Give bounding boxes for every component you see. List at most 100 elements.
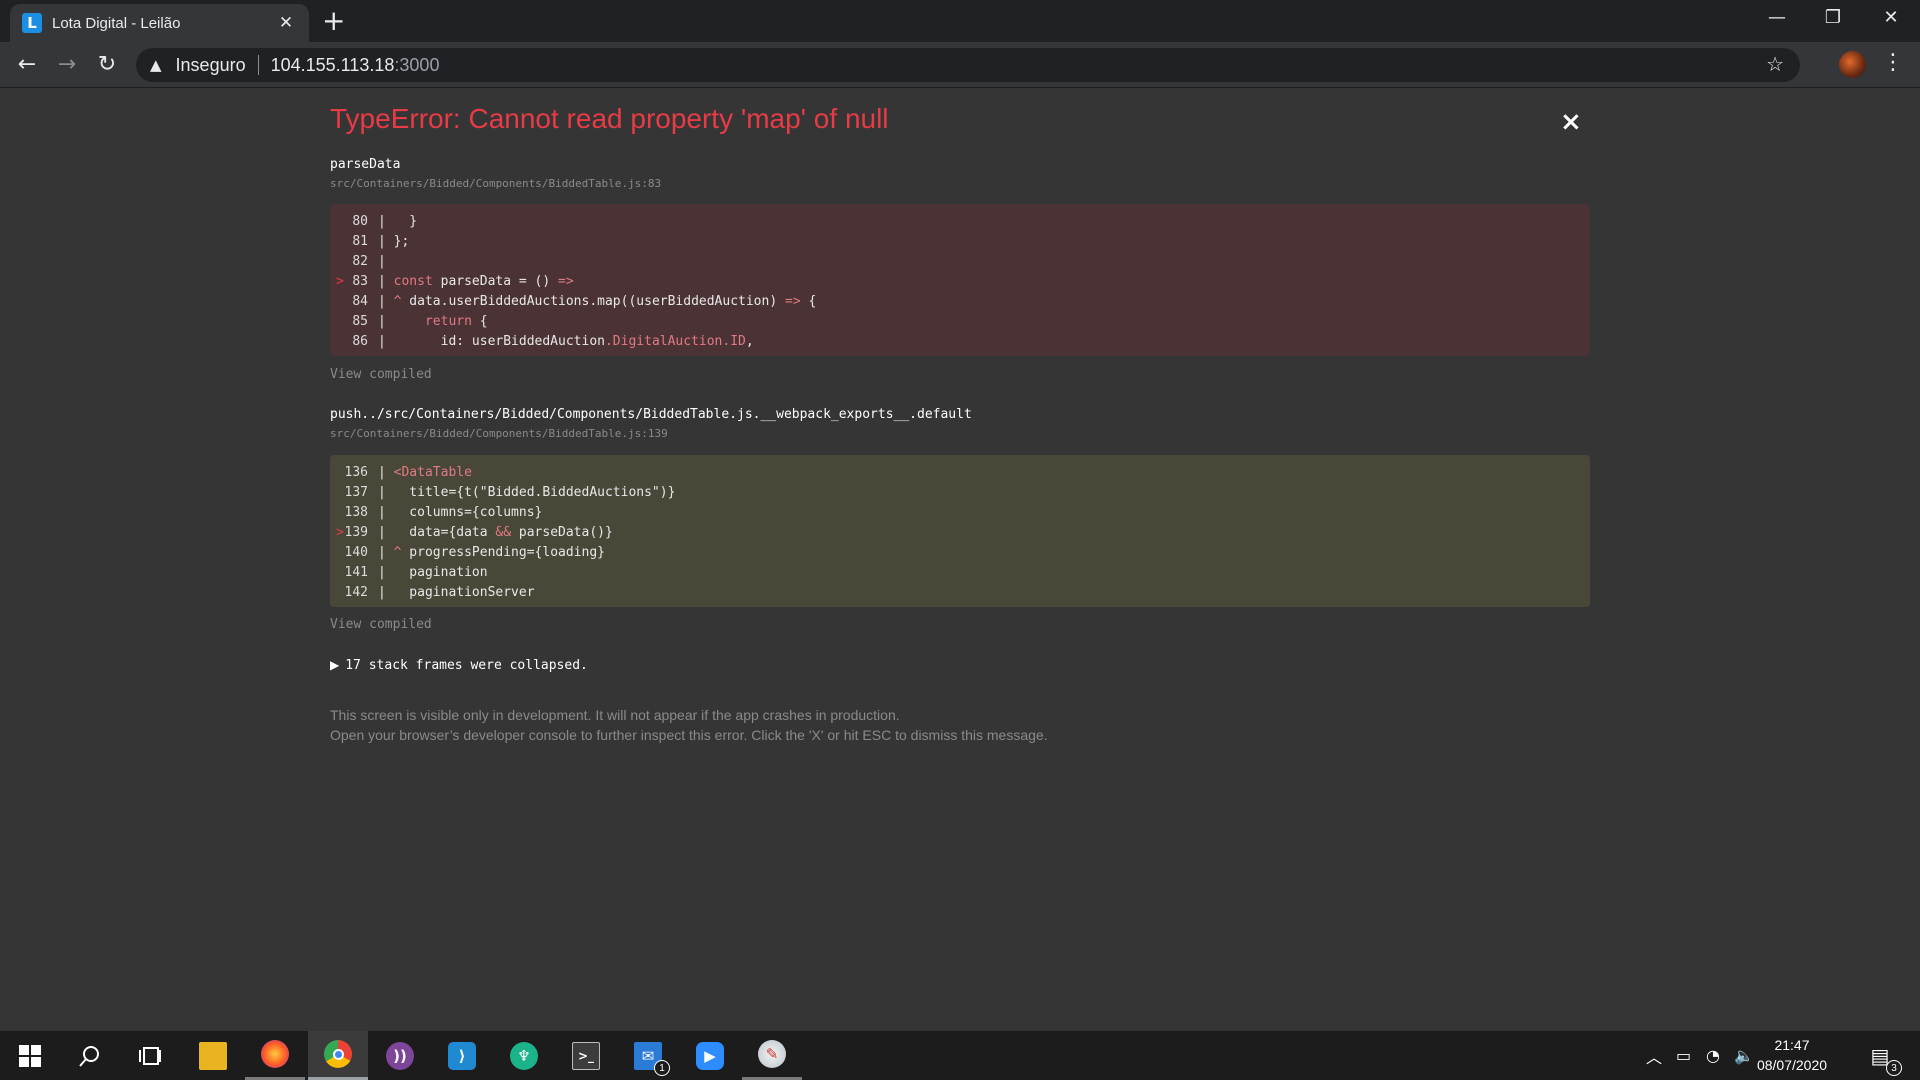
notification-badge: 3 <box>1886 1060 1902 1076</box>
mail-icon[interactable]: ✉ 1 <box>618 1031 678 1080</box>
star-icon[interactable]: ☆ <box>1766 52 1784 76</box>
back-icon[interactable]: ← <box>12 50 42 80</box>
close-tab-icon[interactable]: ✕ <box>275 13 297 33</box>
menu-icon[interactable]: ⋮ <box>1882 50 1904 75</box>
show-hidden-icons[interactable]: ︿ <box>1646 1031 1662 1080</box>
firefox-icon[interactable] <box>245 1031 305 1080</box>
line-number: 86 <box>352 334 368 349</box>
vscode-icon[interactable]: ⟩ <box>432 1031 492 1080</box>
reload-icon[interactable]: ↻ <box>92 50 122 80</box>
paint-icon[interactable]: ✎ <box>742 1031 802 1080</box>
code-text: | title={t("Bidded.BiddedAuctions")} <box>378 485 676 500</box>
security-label[interactable]: Inseguro <box>176 55 246 76</box>
line-number: 140 <box>344 545 368 560</box>
lota-digital-favicon-icon: L <box>22 13 42 33</box>
footer-line: This screen is visible only in developme… <box>330 707 900 723</box>
terminal-icon[interactable]: >_ <box>556 1031 616 1080</box>
code-line: 85 | return { <box>330 312 1590 332</box>
task-view-icon[interactable] <box>120 1031 180 1080</box>
error-line-marker: > <box>336 525 344 540</box>
palette-icon: ✎ <box>758 1040 786 1068</box>
separator <box>257 55 259 75</box>
line-number: 84 <box>352 294 368 309</box>
code-line: >83 | const parseData = () => <box>330 272 1590 292</box>
code-text: | } <box>378 214 418 229</box>
start-icon[interactable] <box>0 1031 60 1080</box>
file-explorer-icon[interactable] <box>183 1031 243 1080</box>
url-port[interactable]: :3000 <box>394 55 439 76</box>
code-line: 82 | <box>330 252 1590 272</box>
stack-frame-file: src/Containers/Bidded/Components/BiddedT… <box>330 427 668 440</box>
collapsed-frames-label: 17 stack frames were collapsed. <box>345 658 588 673</box>
code-line: 80 | } <box>330 212 1590 232</box>
gitkraken-icon[interactable]: ♆ <box>494 1031 554 1080</box>
notification-center-icon[interactable]: ▤ 3 <box>1850 1031 1910 1080</box>
code-text: | id: userBiddedAuction.DigitalAuction.I… <box>378 334 754 349</box>
browser-toolbar: ← → ↻ ▲ Inseguro 104.155.113.18 :3000 ☆ … <box>0 42 1920 88</box>
warning-icon[interactable]: ▲ <box>150 56 162 74</box>
url-host[interactable]: 104.155.113.18 <box>271 55 395 76</box>
code-line: 136 | <DataTable <box>330 463 1590 483</box>
code-text: | return { <box>378 314 488 329</box>
chrome-logo <box>324 1040 352 1068</box>
line-number: 138 <box>344 505 368 520</box>
folder-icon <box>199 1041 227 1070</box>
restore-icon[interactable]: ❐ <box>1813 4 1853 32</box>
windows-taskbar: )) ⟩ ♆ >_ ✉ 1 ▶ ✎ ︿ ▭ ◔ 🔈 21:47 08/07/20… <box>0 1031 1920 1080</box>
code-line: 138 | columns={columns} <box>330 503 1590 523</box>
gitkraken-logo: ♆ <box>510 1041 538 1070</box>
tor-icon[interactable]: )) <box>370 1031 430 1080</box>
profile-avatar[interactable] <box>1839 51 1866 78</box>
code-text: | data={data && parseData()} <box>378 525 613 540</box>
code-text: | ^ progressPending={loading} <box>378 545 605 560</box>
minimize-icon[interactable]: — <box>1757 4 1797 32</box>
battery-icon[interactable]: ▭ <box>1676 1031 1691 1080</box>
view-compiled-link[interactable]: View compiled <box>330 367 432 382</box>
new-tab-button[interactable]: + <box>322 6 345 36</box>
line-number: 137 <box>344 485 368 500</box>
collapsed-frames-toggle[interactable]: ▶ 17 stack frames were collapsed. <box>330 658 588 673</box>
chrome-icon[interactable] <box>308 1031 368 1080</box>
system-clock[interactable]: 21:47 08/07/2020 <box>1752 1035 1832 1075</box>
tor-logo: )) <box>386 1041 414 1070</box>
firefox-logo <box>261 1040 289 1068</box>
volume-icon[interactable]: 🔈 <box>1734 1031 1754 1080</box>
line-number: 142 <box>344 585 368 600</box>
code-text: | const parseData = () => <box>378 274 574 289</box>
forward-icon[interactable]: → <box>52 50 82 80</box>
tab-title: Lota Digital - Leilão <box>52 14 181 32</box>
vscode-logo: ⟩ <box>448 1041 476 1070</box>
clock-time: 21:47 <box>1774 1037 1810 1053</box>
line-number: 81 <box>352 234 368 249</box>
code-text: | ^ data.userBiddedAuctions.map((userBid… <box>378 294 817 309</box>
search-icon[interactable] <box>60 1031 120 1080</box>
code-line: 137 | title={t("Bidded.BiddedAuctions")} <box>330 483 1590 503</box>
code-text: | paginationServer <box>378 585 535 600</box>
clock-date: 08/07/2020 <box>1756 1057 1828 1073</box>
browser-tab[interactable]: L Lota Digital - Leilão ✕ <box>10 4 309 42</box>
zoom-icon[interactable]: ▶ <box>680 1031 740 1080</box>
wifi-icon[interactable]: ◔ <box>1706 1031 1720 1080</box>
stack-frame-function: parseData <box>330 157 401 172</box>
close-window-icon[interactable]: ✕ <box>1871 4 1911 32</box>
view-compiled-link[interactable]: View compiled <box>330 617 432 632</box>
code-line: 86 | id: userBiddedAuction.DigitalAuction… <box>330 332 1590 352</box>
mail-badge: 1 <box>654 1060 670 1076</box>
line-number: 136 <box>344 465 368 480</box>
error-footer: This screen is visible only in developme… <box>330 705 1048 745</box>
code-line: 81 | }; <box>330 232 1590 252</box>
close-overlay-icon[interactable]: × <box>1560 107 1582 137</box>
address-bar[interactable]: ▲ Inseguro 104.155.113.18 :3000 ☆ <box>136 48 1800 82</box>
error-overlay: TypeError: Cannot read property 'map' of… <box>0 89 1920 1031</box>
code-text: | <DataTable <box>378 465 472 480</box>
zoom-logo: ▶ <box>696 1041 724 1070</box>
stack-frame-file: src/Containers/Bidded/Components/BiddedT… <box>330 177 662 190</box>
line-number: 80 <box>352 214 368 229</box>
line-number: 82 <box>352 254 368 269</box>
code-text: | columns={columns} <box>378 505 543 520</box>
code-line: 141 | pagination <box>330 563 1590 583</box>
line-number: 85 <box>352 314 368 329</box>
error-title: TypeError: Cannot read property 'map' of… <box>330 103 889 134</box>
terminal-logo: >_ <box>572 1041 600 1070</box>
expand-triangle-icon: ▶ <box>330 658 340 672</box>
